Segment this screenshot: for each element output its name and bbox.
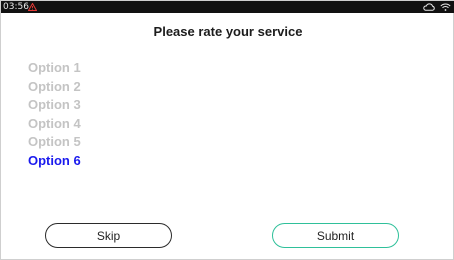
- page-title: Please rate your service: [153, 24, 303, 39]
- rating-option-6[interactable]: Option 6: [28, 152, 81, 171]
- rating-option-4[interactable]: Option 4: [28, 115, 81, 134]
- status-clock: 03:56: [3, 2, 29, 12]
- rating-option-2[interactable]: Option 2: [28, 78, 81, 97]
- rating-screen: 03:56 Please rate your service Option 1 …: [0, 0, 454, 260]
- rating-options-list: Option 1 Option 2 Option 3 Option 4 Opti…: [28, 59, 81, 171]
- submit-button[interactable]: Submit: [272, 223, 399, 248]
- cloud-icon: [423, 3, 435, 11]
- status-bar: 03:56: [1, 1, 454, 13]
- rating-option-1[interactable]: Option 1: [28, 59, 81, 78]
- rating-option-5[interactable]: Option 5: [28, 133, 81, 152]
- skip-button[interactable]: Skip: [45, 223, 172, 248]
- wifi-icon: [440, 3, 451, 11]
- rating-option-3[interactable]: Option 3: [28, 96, 81, 115]
- warning-triangle-icon: [28, 3, 37, 11]
